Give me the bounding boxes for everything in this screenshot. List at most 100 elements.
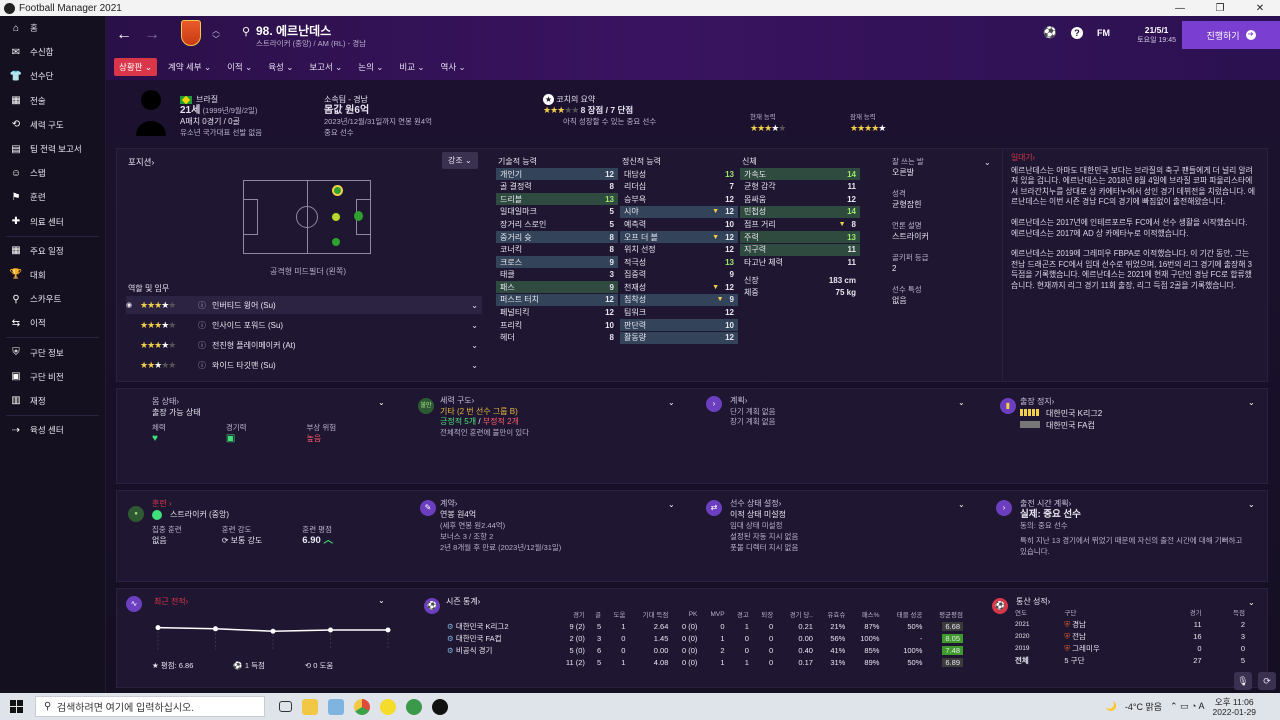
sidebar-item-label: 재정: [30, 395, 46, 406]
suspension-card[interactable]: 출장 정지› 대한민국 K리그2 대한민국 FA컵: [1020, 396, 1260, 432]
suspension-chevron-icon[interactable]: ⌄: [1248, 398, 1270, 407]
microphone-icon[interactable]: 🎙: [1234, 672, 1252, 690]
sidebar-item-7[interactable]: ⚑ 훈련: [0, 185, 105, 209]
info-icon: ⓘ: [198, 360, 206, 370]
soccer-ball-icon[interactable]: ⚽: [1043, 26, 1057, 39]
sidebar-item-14[interactable]: ▣ 구단 비전: [0, 365, 105, 389]
tab-2[interactable]: 이적 ⌄: [222, 58, 257, 76]
playtime-card[interactable]: 출전 시간 계획› 실제: 중요 선수 동의: 중요 선수 특히 지난 13 경…: [1020, 498, 1250, 557]
attribute-row: 균형 감각 11: [744, 182, 856, 192]
chevron-down-icon: ⌄: [471, 340, 478, 350]
plans-card[interactable]: 계획› 단기 계획 없음 장기 계획 없음: [730, 396, 970, 428]
windows-start-icon[interactable]: [10, 700, 23, 713]
form-chevron-icon[interactable]: ⌄: [378, 596, 1270, 605]
role-row[interactable]: ★★★★★ ⓘ 전진형 플레이메이커 (At) ⌄: [126, 336, 482, 354]
sidebar-item-5[interactable]: ▤ 팀 전력 보고서: [0, 137, 105, 161]
tray-icons[interactable]: ⌃ ▭ ◔ A: [1170, 701, 1205, 712]
refresh-icon[interactable]: ⟳: [1258, 672, 1276, 690]
chrome-icon[interactable]: [354, 698, 370, 715]
sidebar-item-8[interactable]: ✚ 의료 센터: [0, 210, 105, 234]
attribute-row: 천재성 ▼ 12: [624, 282, 734, 292]
career-chevron-icon[interactable]: ⌄: [1248, 598, 1270, 607]
attribute-row: 적극성 13: [624, 257, 734, 267]
recent-form-title[interactable]: 최근 전적›: [154, 596, 188, 607]
sidebar-item-6[interactable]: ☺ 스탭: [0, 161, 105, 185]
playtime-chevron-icon[interactable]: ⌄: [1248, 500, 1270, 509]
search-icon[interactable]: ⚲: [242, 25, 250, 38]
dynamics-card[interactable]: 세력 구도› 기타 (2 번 선수 그룹 B) 긍정적 5개 / 부정적 2개 …: [440, 396, 690, 438]
club-switch-chevron[interactable]: ︿ ﹀: [212, 26, 220, 44]
condition-card[interactable]: 몸 상태› 출장 가능 상태 체력 ♥ 경기력 ▣ 부상 위험 높음: [152, 396, 392, 444]
tab-1[interactable]: 계약 세부 ⌄: [163, 58, 216, 76]
tab-3[interactable]: 육성 ⌄: [263, 58, 298, 76]
sidebar-item-4[interactable]: ⟲ 세력 구도: [0, 113, 105, 137]
season-stat-row[interactable]: ⚙ 대한민국 FA컵 2 (0) 3 0 1.45 0 (0) 1 0 0 0.00 56% 100%…: [444, 632, 966, 644]
sidebar-item-15[interactable]: ▥ 재정: [0, 389, 105, 413]
app-icon-1[interactable]: [328, 698, 344, 715]
attribute-row: 점프 거리 ▼ 8: [744, 219, 856, 229]
tab-6[interactable]: 비교 ⌄: [394, 58, 429, 76]
minimize-button[interactable]: —: [1160, 3, 1200, 14]
training-card[interactable]: 훈련 › 스트라이커 (중앙) 집중 훈련 없음 훈련 강도 ⟳ 보통 강도 훈련 …: [152, 498, 392, 546]
attribute-row: 몸싸움 12: [744, 194, 856, 204]
sidebar-item-label: 구단 정보: [30, 347, 64, 358]
fm-app-icon: [4, 2, 15, 14]
season-stat-row[interactable]: ⚙ 대한민국 K리그2 9 (2) 5 1 2.64 0 (0) 0 1 0 0.21 21% 87%…: [444, 620, 966, 632]
forward-button[interactable]: →: [144, 26, 162, 44]
tab-7[interactable]: 역사 ⌄: [436, 58, 471, 76]
career-row[interactable]: 2021 ⛨ 경남 11 2: [1012, 618, 1248, 630]
tab-4[interactable]: 보고서 ⌄: [304, 58, 347, 76]
sidebar-item-3[interactable]: ▦ 전술: [0, 89, 105, 113]
career-row[interactable]: 2020 ⛨ 전남 16 3: [1012, 630, 1248, 642]
sidebar-item-label: 이적: [30, 318, 46, 329]
tab-5[interactable]: 논의 ⌄: [353, 58, 388, 76]
proceed-button[interactable]: 진행하기 ➜: [1182, 21, 1280, 49]
sidebar-item-label: 육성 센터: [30, 425, 64, 436]
role-row[interactable]: ◉ ★★★★★ ⓘ 인버티드 윙어 (Su) ⌄: [126, 296, 482, 314]
season-stats-title[interactable]: 시즌 통계›: [446, 596, 480, 607]
sidebar-item-11[interactable]: ⚲ 스카우트: [0, 287, 105, 311]
fm-menu-button[interactable]: FM: [1097, 28, 1110, 38]
taskbar-search-input[interactable]: ⚲ 검색하려면 여기에 입력하십시오.: [35, 696, 265, 717]
strength-dropdown[interactable]: 강조 ⌄: [442, 152, 478, 169]
maximize-button[interactable]: ❐: [1200, 3, 1240, 14]
role-row[interactable]: ★★★★★ ⓘ 와이드 타깃맨 (Su) ⌄: [126, 356, 482, 374]
attribute-row: 일대일마크 5: [500, 207, 614, 217]
attribute-row: 장거리 스로인 5: [500, 219, 614, 229]
club-badge[interactable]: [181, 20, 201, 46]
trophy-icon: 🏆: [9, 269, 23, 281]
attribute-row: 오프 더 볼 ▼ 12: [620, 230, 738, 244]
sidebar-item-0[interactable]: ⌂ 홈: [0, 16, 105, 40]
position-label[interactable]: 포지션›: [128, 156, 154, 168]
player-status-card[interactable]: 선수 상태 설정› 이적 상태 미설정 임대 상태 미설정 설정된 자동 지시 …: [730, 498, 970, 553]
app-icon-2[interactable]: [406, 698, 422, 715]
help-icon[interactable]: ?: [1071, 26, 1083, 39]
file-explorer-icon[interactable]: [302, 698, 318, 715]
sidebar-item-2[interactable]: 👕 선수단: [0, 64, 105, 88]
tab-0[interactable]: 상황판 ⌄: [114, 58, 157, 76]
position-name: 공격형 미드필더 (왼쪽): [270, 267, 347, 276]
traits-chevron-icon[interactable]: ⌄: [984, 158, 991, 167]
career-row[interactable]: 2019 ⛨ 그레미우 0 0: [1012, 642, 1248, 654]
sidebar-item-16[interactable]: ⇢ 육성 센터: [0, 418, 105, 442]
transfer-icon: ⇆: [11, 317, 21, 329]
fm-taskbar-icon[interactable]: [432, 698, 448, 715]
sidebar-item-label: 의료 센터: [30, 216, 64, 227]
sidebar-item-13[interactable]: ⛨ 구단 정보: [0, 340, 105, 364]
close-button[interactable]: ✕: [1240, 3, 1280, 14]
sidebar-item-9[interactable]: ▦ 주요 일정: [0, 239, 105, 263]
task-view-icon[interactable]: [279, 701, 292, 712]
sidebar-item-10[interactable]: 🏆 대회: [0, 263, 105, 287]
sidebar-item-12[interactable]: ⇆ 이적: [0, 311, 105, 335]
taskbar-clock[interactable]: 오후 11:06 2022-01-29: [1213, 697, 1256, 717]
weather-icon[interactable]: 🌙: [1106, 701, 1117, 712]
contract-card[interactable]: 계약› 연봉 원4억 (세후 연봉 원2.44억) 보너스 3 / 조항 2 2…: [440, 498, 680, 553]
bio-title[interactable]: 일대기›: [1011, 153, 1256, 164]
back-button[interactable]: ←: [116, 26, 134, 44]
kakaotalk-icon[interactable]: [380, 698, 396, 715]
season-stat-row[interactable]: ⚙ 비공식 경기 5 (0) 6 0 0.00 0 (0) 2 0 0 0.40 41% 85% 100…: [444, 644, 966, 656]
role-row[interactable]: ★★★★★ ⓘ 인사이드 포워드 (Su) ⌄: [126, 316, 482, 334]
attribute-row: 헤더 8: [500, 333, 614, 343]
sidebar-item-1[interactable]: ✉ 수신함: [0, 40, 105, 64]
weather-text[interactable]: -4°C 맑음: [1125, 700, 1162, 713]
